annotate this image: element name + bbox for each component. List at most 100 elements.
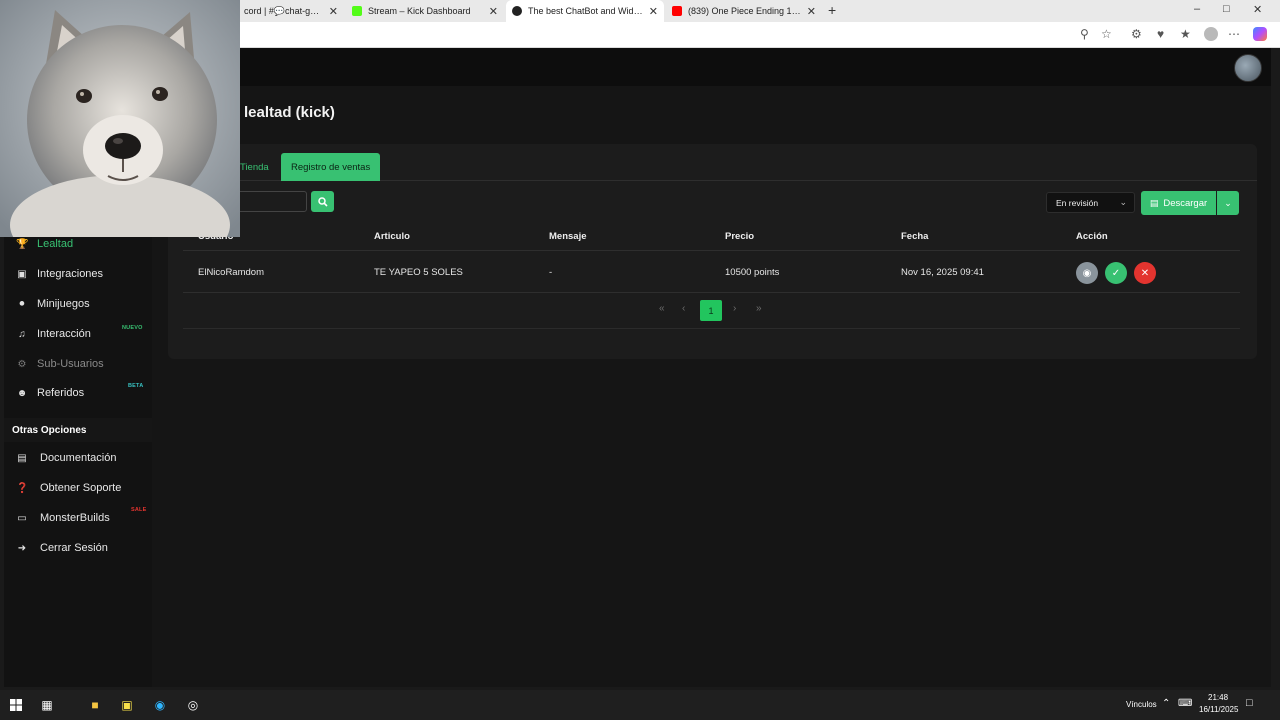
copilot-icon[interactable] [1253,27,1267,41]
profile-icon[interactable] [1204,27,1218,41]
trophy-icon: 🏆 [16,238,29,250]
card-tabs: Tienda Registro de ventas [168,153,1257,181]
tab-kick-dashboard[interactable]: Stream – Kick Dashboard ✕ [346,0,504,22]
status-select-value: En revisión [1056,197,1099,208]
column-header-mensaje[interactable]: Mensaje [549,231,587,242]
webcam-overlay-wolf [0,0,240,237]
plug-icon: ▣ [17,268,27,280]
avatar[interactable] [1234,54,1262,82]
sidebar-item-label: Sub-Usuarios [37,358,104,370]
sidebar-item-label: Obtener Soporte [40,482,122,494]
chevron-down-icon: ⌄ [1119,197,1127,207]
sidebar-item-cerrar-sesion[interactable]: ➜ Cerrar Sesión [4,536,152,560]
close-window-icon[interactable]: ✕ [1253,3,1262,16]
cell-articulo: TE YAPEO 5 SOLES [374,267,463,278]
cell-mensaje: - [549,267,553,278]
favorite-star-icon[interactable]: ☆ [1101,27,1112,41]
sticky-notes-icon[interactable]: ▣ [119,697,135,713]
tab-discord[interactable]: cord | #💬chat-general | ✕ [238,0,344,22]
last-page-button[interactable]: » [756,303,762,314]
column-header-accion: Acción [1076,231,1108,242]
sidebar-item-label: Referidos [37,387,85,399]
new-tab-button[interactable]: + [828,2,836,18]
search-button[interactable] [311,191,334,212]
sidebar-item-documentacion[interactable]: ▤ Documentación [4,446,152,470]
tab-registro-de-ventas[interactable]: Registro de ventas [281,153,381,181]
view-button[interactable]: ◉ [1076,262,1098,284]
column-header-precio[interactable]: Precio [725,231,754,242]
column-header-articulo[interactable]: Articulo [374,231,410,242]
laptop-icon: ▭ [17,512,27,524]
sidebar-item-interaccion[interactable]: ♫ Interacción NUEVO [4,322,152,346]
table-header: Usuario Articulo Mensaje Precio Fecha Ac… [183,226,1240,251]
sidebar-item-monsterbuilds[interactable]: ▭ MonsterBuilds SALE [4,506,152,530]
tab-close-icon[interactable]: ✕ [489,5,498,18]
sales-card: Tienda Registro de ventas En revisión ⌄ … [168,144,1257,359]
sidebar-item-label: Documentación [40,452,117,464]
extensions-icon[interactable]: ⚙ [1131,27,1142,41]
tab-youtube[interactable]: (839) One Piece Ending 1 | Memo ✕ [666,0,822,22]
reject-button[interactable]: ✕ [1134,262,1156,284]
file-explorer-icon[interactable]: ■ [87,697,103,713]
maximize-icon[interactable]: □ [1223,3,1230,15]
search-input[interactable] [234,191,307,212]
download-label: Descargar [1163,197,1208,209]
tab-label: Stream – Kick Dashboard [368,6,471,16]
section-heading-otras-opciones: Otras Opciones [4,418,152,442]
task-view-icon[interactable]: ▦ [39,697,55,713]
download-options-dropdown[interactable]: ⌄ [1217,191,1239,215]
windows-start-icon[interactable] [8,697,24,713]
download-button[interactable]: ▤ Descargar [1141,191,1216,215]
more-menu-icon[interactable]: ⋯ [1228,27,1240,41]
chatbot-favicon-icon [512,6,522,16]
browser-essentials-icon[interactable]: ♥ [1157,27,1164,41]
windows-taskbar: ▦ ■ ▣ ◉ ◎ Vínculos ⌃ ⌨ 21:48 16/11/2025 … [0,690,1280,720]
tab-close-icon[interactable]: ✕ [807,5,816,18]
page-title: lealtad (kick) [244,104,335,121]
tray-links-label[interactable]: Vínculos [1126,700,1157,709]
wolf-image [0,0,240,237]
pagination: « ‹ 1 › » [168,300,1257,322]
cell-precio: 10500 points [725,267,780,278]
status-filter-select[interactable]: En revisión ⌄ [1046,192,1135,213]
clock-date[interactable]: 16/11/2025 [1199,705,1238,714]
sidebar-item-label: MonsterBuilds [40,512,110,524]
sale-badge: SALE [131,507,147,513]
eye-icon: ◉ [1082,267,1092,279]
sidebar-item-label: Interacción [37,328,91,340]
favorites-icon[interactable]: ★ [1180,27,1191,41]
notifications-icon[interactable]: □ [1246,697,1253,709]
zoom-icon[interactable]: ⚲ [1080,27,1089,41]
edge-browser-icon[interactable]: ◉ [152,697,168,713]
tab-close-icon[interactable]: ✕ [649,5,658,18]
first-page-button[interactable]: « [659,303,665,314]
kick-favicon-icon [352,6,362,16]
tab-chatbot[interactable]: The best ChatBot and Widgets fo ✕ [506,0,664,22]
current-page-button[interactable]: 1 [700,300,722,321]
prev-page-button[interactable]: ‹ [682,303,685,314]
youtube-favicon-icon [672,6,682,16]
sidebar-item-label: Lealtad [37,238,74,250]
tab-label: (839) One Piece Ending 1 | Memo [688,6,801,16]
sidebar-item-referidos[interactable]: ☻ Referidos BETA [4,381,152,405]
new-badge: NUEVO [122,325,143,331]
question-circle-icon: ❓ [16,482,29,494]
sidebar-item-label: Integraciones [37,268,104,280]
gamepad-icon: ⚫ [17,298,27,310]
chevron-up-icon[interactable]: ⌃ [1162,698,1170,709]
minimize-icon[interactable]: – [1194,3,1200,15]
obs-icon[interactable]: ◎ [185,697,201,713]
sidebar-item-minijuegos[interactable]: ⚫ Minijuegos [4,292,152,316]
approve-button[interactable]: ✓ [1105,262,1127,284]
close-icon: ✕ [1140,267,1150,279]
sidebar-item-integraciones[interactable]: ▣ Integraciones [4,262,152,286]
sign-out-icon: ➜ [17,542,27,554]
clock-time[interactable]: 21:48 [1208,693,1228,702]
sidebar-item-sub-usuarios[interactable]: ⚙ Sub-Usuarios [4,352,152,376]
column-header-fecha[interactable]: Fecha [901,231,928,242]
tab-close-icon[interactable]: ✕ [329,5,338,18]
keyboard-icon[interactable]: ⌨ [1178,698,1192,709]
cell-usuario: ElNicoRamdom [198,267,264,278]
sidebar-item-obtener-soporte[interactable]: ❓ Obtener Soporte [4,476,152,500]
next-page-button[interactable]: › [733,303,736,314]
